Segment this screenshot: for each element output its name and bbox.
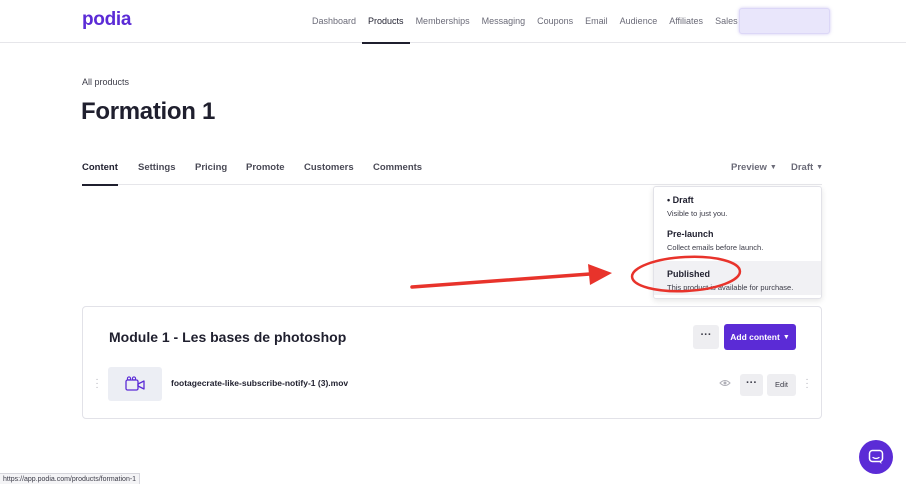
status-option-published[interactable]: Published This product is available for …	[654, 261, 821, 295]
main-nav: Dashboard Products Memberships Messaging…	[306, 0, 744, 44]
video-camera-icon	[125, 376, 145, 391]
product-tabs: Content Settings Pricing Promote Custome…	[82, 155, 823, 186]
option-title: Pre-launch	[667, 229, 714, 239]
status-option-pre-launch[interactable]: Pre-launch Collect emails before launch.	[654, 221, 821, 255]
status-dropdown-button[interactable]: Draft ▼	[791, 155, 823, 185]
tab-promote[interactable]: Promote	[246, 155, 285, 185]
content-more-button[interactable]: ···	[740, 374, 763, 396]
option-description: Visible to just you.	[667, 209, 728, 218]
annotation-arrowhead-icon	[588, 264, 612, 285]
page-title: Formation 1	[81, 98, 216, 125]
drag-handle-icon[interactable]: · · ·	[94, 375, 100, 393]
option-title: Published	[667, 269, 711, 279]
nav-item-memberships[interactable]: Memberships	[410, 0, 476, 43]
eye-icon[interactable]	[719, 379, 731, 387]
preview-button[interactable]: Preview ▼	[731, 155, 777, 185]
nav-item-audience[interactable]: Audience	[614, 0, 664, 43]
module-more-button[interactable]: ···	[693, 325, 719, 349]
nav-item-affiliates[interactable]: Affiliates	[663, 0, 709, 43]
nav-item-coupons[interactable]: Coupons	[531, 0, 579, 43]
option-title: Draft	[672, 195, 694, 205]
content-thumbnail[interactable]	[108, 367, 162, 401]
nav-item-dashboard[interactable]: Dashboard	[306, 0, 362, 43]
nav-item-messaging[interactable]: Messaging	[476, 0, 532, 43]
account-menu[interactable]	[739, 8, 830, 34]
tab-pricing[interactable]: Pricing	[195, 155, 227, 185]
breadcrumb-all-products[interactable]: All products	[82, 77, 129, 87]
nav-item-email[interactable]: Email	[579, 0, 614, 43]
content-options-icon[interactable]: · · ·	[804, 375, 810, 393]
edit-content-button[interactable]: Edit	[767, 374, 796, 396]
top-navigation-bar: podia Dashboard Products Memberships Mes…	[0, 0, 906, 44]
option-description: This product is available for purchase.	[667, 283, 794, 292]
tab-comments[interactable]: Comments	[373, 155, 422, 185]
chevron-down-icon: ▼	[816, 164, 824, 171]
tab-content[interactable]: Content	[82, 155, 118, 186]
preview-label: Preview	[731, 162, 767, 173]
tab-settings[interactable]: Settings	[138, 155, 175, 185]
nav-item-products[interactable]: Products	[362, 0, 410, 44]
chevron-down-icon: ▼	[769, 164, 777, 171]
chevron-down-icon: ▼	[782, 334, 790, 341]
podia-logo[interactable]: podia	[82, 9, 131, 31]
add-content-label: Add content	[730, 332, 780, 342]
selected-bullet: •	[667, 195, 671, 205]
tab-customers[interactable]: Customers	[304, 155, 354, 185]
status-dropdown-menu: • Draft Visible to just you. Pre-launch …	[653, 186, 822, 299]
chat-icon	[868, 449, 884, 464]
add-content-button[interactable]: Add content ▼	[724, 324, 796, 350]
module-title: Module 1 - Les bases de photoshop	[109, 329, 347, 345]
module-card: Module 1 - Les bases de photoshop ··· Ad…	[82, 306, 822, 419]
status-bar-url: https://app.podia.com/products/formation…	[0, 473, 141, 484]
option-description: Collect emails before launch.	[667, 243, 764, 252]
annotation-arrow-shaft	[410, 272, 592, 289]
chat-support-button[interactable]	[859, 440, 893, 474]
status-label: Draft	[791, 162, 814, 173]
content-file-name[interactable]: footagecrate-like-subscribe-notify-1 (3)…	[171, 378, 348, 388]
status-option-draft[interactable]: • Draft Visible to just you.	[654, 187, 821, 221]
